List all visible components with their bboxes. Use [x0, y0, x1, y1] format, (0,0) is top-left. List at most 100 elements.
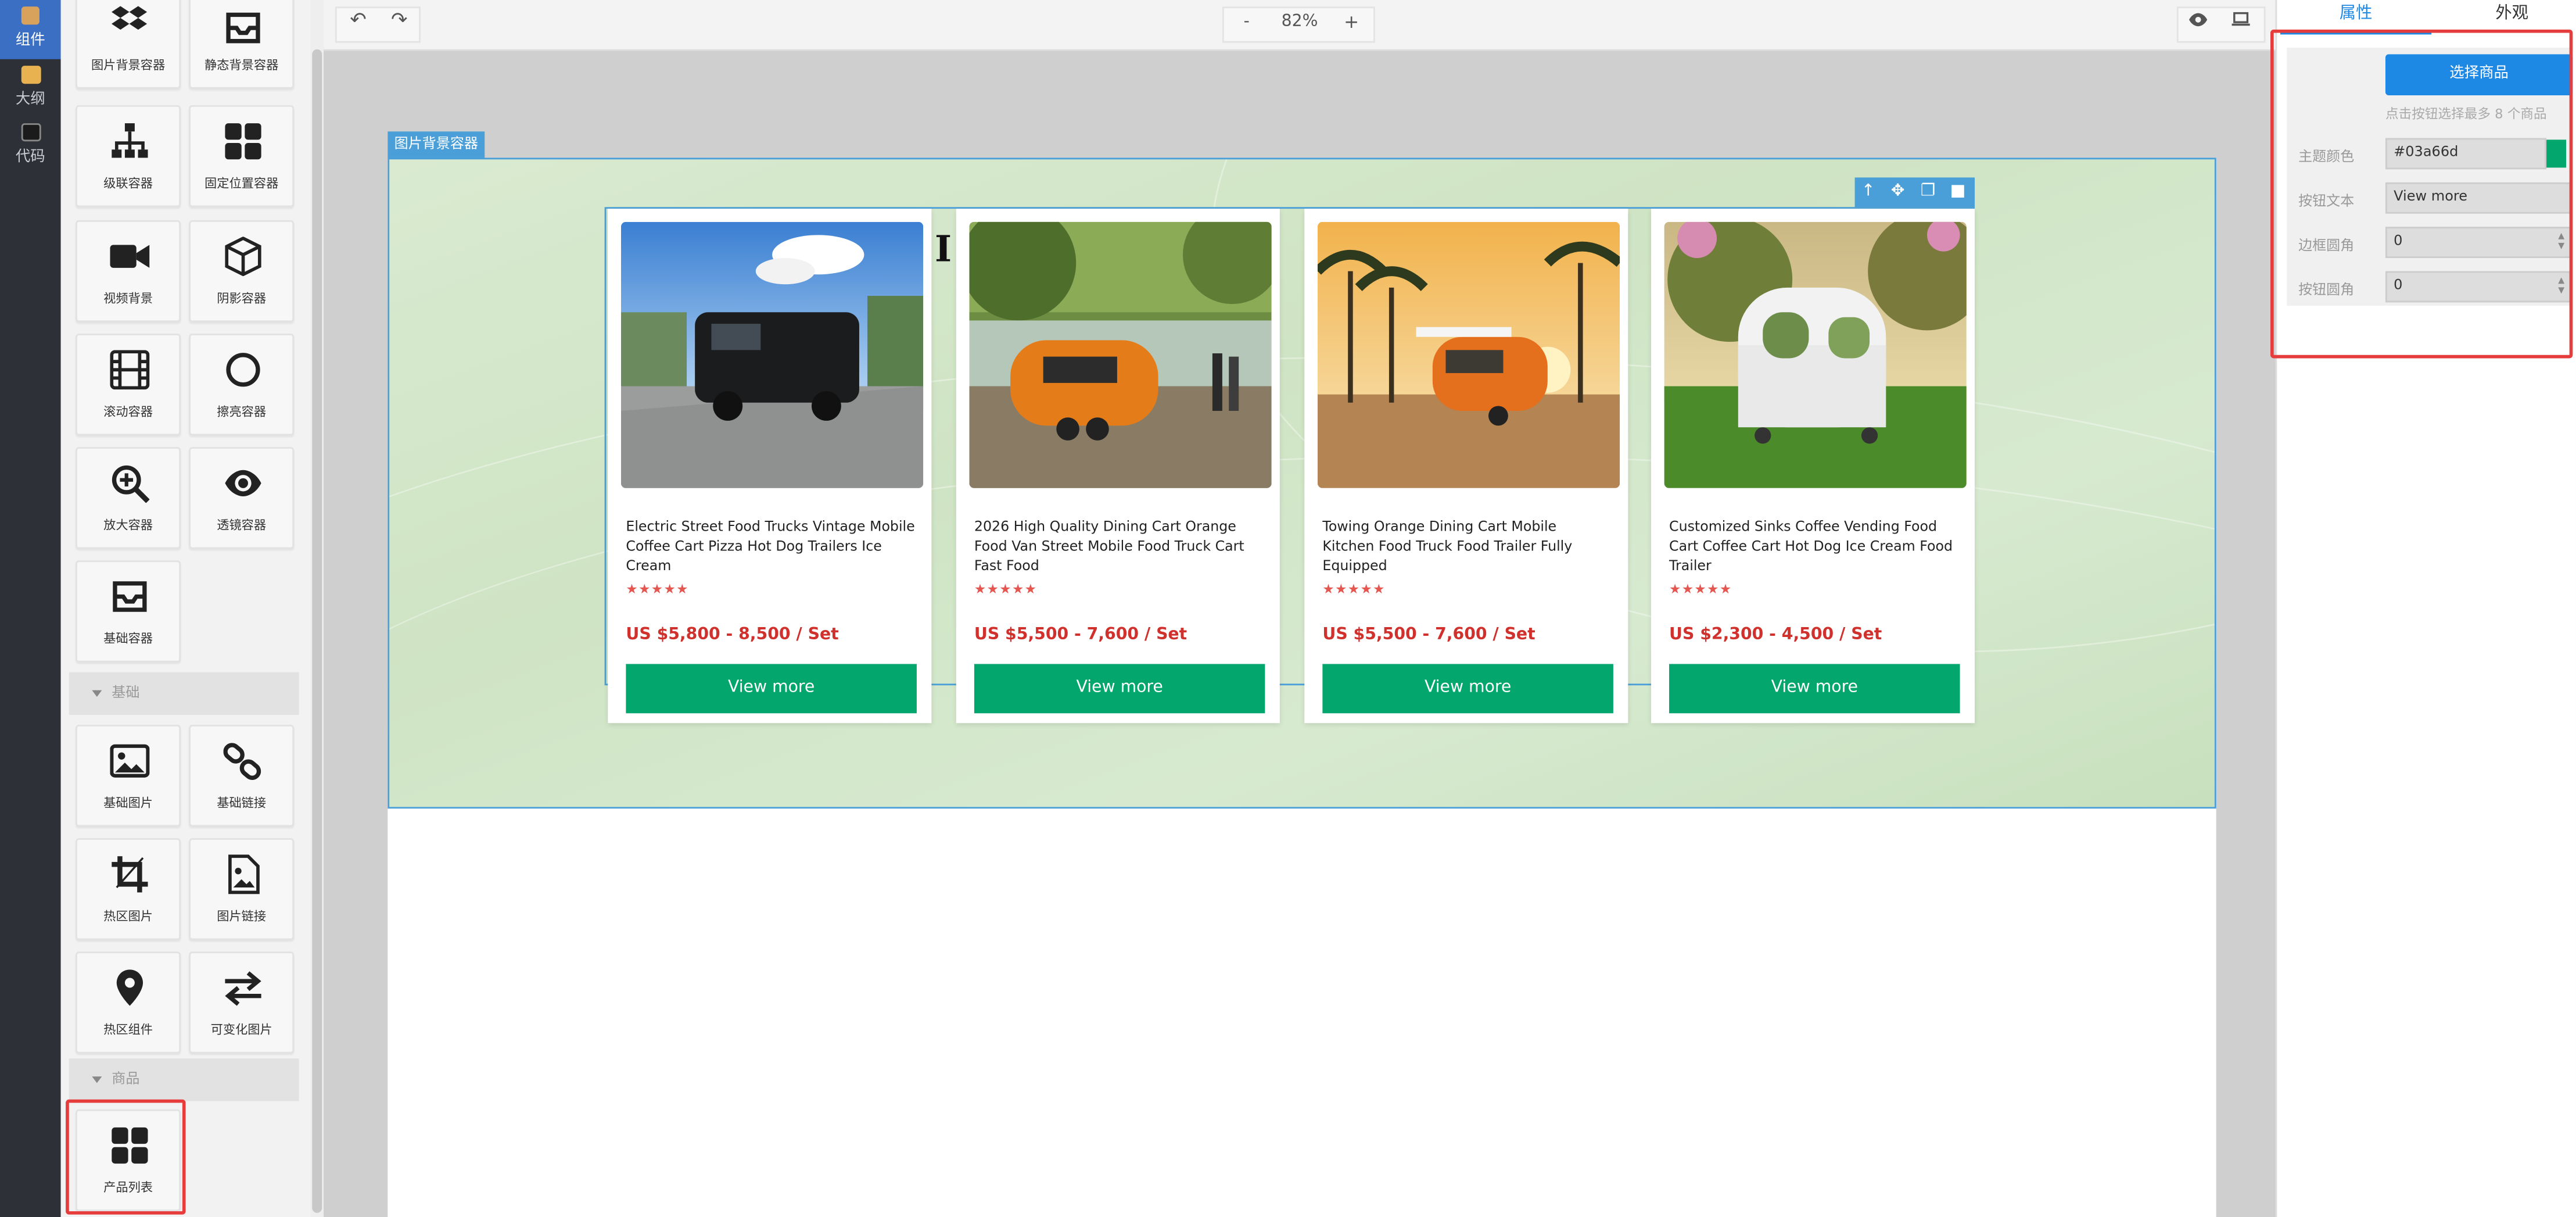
laptop-icon[interactable] [2231, 12, 2251, 28]
product-card[interactable]: Electric Street Food Trucks Vintage Mobi… [608, 209, 932, 724]
tile-lens-container[interactable]: 透镜容器 [189, 447, 295, 549]
tile-hotspot-image[interactable]: 热区图片 [76, 838, 181, 940]
tile-label: 擦亮容器 [217, 404, 267, 420]
product-image[interactable] [1664, 221, 1967, 488]
image-icon [110, 744, 150, 778]
product-image[interactable] [969, 221, 1272, 488]
highlight-box-properties [2270, 29, 2573, 359]
product-rating: ★★★★★ [1669, 582, 1732, 597]
map-pin-icon [116, 969, 143, 1006]
tile-variable-image[interactable]: 可变化图片 [189, 951, 295, 1054]
tile-basic-image[interactable]: 基础图片 [76, 725, 181, 827]
tile-label: 基础容器 [103, 631, 153, 646]
tile-image-bg-container[interactable]: 图片背景容器 [76, 0, 181, 89]
tile-static-bg-container[interactable]: 静态背景容器 [189, 0, 295, 89]
tile-label: 图片背景容器 [91, 57, 166, 73]
view-more-button[interactable]: View more [974, 664, 1265, 714]
delete-icon[interactable]: ■ [1950, 181, 1966, 204]
section-basic[interactable]: 基础 [69, 672, 299, 715]
folder-icon [20, 66, 41, 84]
preview-eye-icon[interactable] [2188, 12, 2208, 28]
tile-basic-container[interactable]: 基础容器 [76, 560, 181, 663]
history-group [335, 6, 421, 43]
tile-label: 透镜容器 [217, 517, 267, 533]
cube-icon [225, 237, 261, 277]
rail-item-label: 组件 [15, 33, 45, 49]
caret-down-icon [92, 690, 102, 697]
link-icon [223, 743, 261, 781]
zoom-in-icon [112, 465, 150, 503]
tile-label: 图片链接 [217, 908, 267, 924]
tile-scroll-container[interactable]: 滚动容器 [76, 334, 181, 436]
tile-label: 热区组件 [103, 1022, 153, 1037]
tile-shadow-container[interactable]: 阴影容器 [189, 220, 295, 323]
tile-video-bg[interactable]: 视频背景 [76, 220, 181, 323]
sitemap-icon [112, 123, 148, 158]
product-title[interactable]: Customized Sinks Coffee Vending Food Car… [1669, 516, 1958, 575]
product-card[interactable]: Towing Orange Dining Cart Mobile Kitchen… [1304, 209, 1628, 724]
product-price: US $2,300 - 4,500 / Set [1669, 626, 1882, 645]
video-icon [110, 245, 150, 268]
tile-label: 基础图片 [103, 795, 153, 811]
product-price: US $5,500 - 7,600 / Set [1322, 626, 1535, 645]
product-image[interactable] [1317, 221, 1620, 488]
tile-label: 滚动容器 [103, 404, 153, 420]
rail-item-code[interactable]: 代码 [0, 123, 61, 166]
product-title[interactable]: Electric Street Food Trucks Vintage Mobi… [626, 516, 915, 575]
tile-hotspot-component[interactable]: 热区组件 [76, 951, 181, 1054]
section-label: 商品 [112, 1071, 140, 1089]
zoom-out-button[interactable]: - [1244, 13, 1250, 31]
product-rating: ★★★★★ [626, 582, 689, 597]
tile-basic-link[interactable]: 基础链接 [189, 725, 295, 827]
inbox-icon [226, 12, 260, 44]
panel-scrollbar-thumb[interactable] [312, 49, 322, 1213]
tile-zoom-container[interactable]: 放大容器 [76, 447, 181, 549]
drag-move-icon[interactable]: ✥ [1891, 181, 1905, 204]
crop-icon [112, 856, 148, 893]
rail-item-label: 代码 [15, 149, 45, 166]
tile-fixed-position-container[interactable]: 固定位置容器 [189, 105, 295, 207]
inbox-icon [113, 581, 147, 612]
container-tag: 图片背景容器 [388, 131, 485, 158]
product-card[interactable]: Customized Sinks Coffee Vending Food Car… [1651, 209, 1975, 724]
move-up-icon[interactable]: ↑ [1861, 181, 1875, 204]
tile-polish-container[interactable]: 擦亮容器 [189, 334, 295, 436]
monitor-icon [20, 123, 41, 142]
product-title[interactable]: 2026 High Quality Dining Cart Orange Foo… [974, 516, 1264, 575]
view-more-button[interactable]: View more [1322, 664, 1613, 714]
view-more-button[interactable]: View more [626, 664, 917, 714]
rail-item-components[interactable]: 组件 [0, 0, 61, 59]
copy-icon[interactable]: ❐ [1921, 181, 1935, 204]
image-file-icon [228, 854, 260, 894]
tile-cascade-container[interactable]: 级联容器 [76, 105, 181, 207]
product-image[interactable] [620, 221, 924, 488]
zoom-in-button[interactable]: + [1344, 12, 1359, 33]
dropbox-icon [112, 6, 148, 30]
film-icon [110, 350, 150, 390]
selection-toolbar: ↑ ✥ ❐ ■ [1854, 177, 1975, 207]
product-rating: ★★★★★ [1322, 582, 1386, 597]
view-more-button[interactable]: View more [1669, 664, 1960, 714]
redo-button[interactable]: ↷ [391, 8, 407, 31]
rail-item-outline[interactable]: 大纲 [0, 66, 61, 109]
product-rating: ★★★★★ [974, 582, 1038, 597]
caret-down-icon [92, 1076, 102, 1083]
section-label: 基础 [112, 685, 140, 702]
product-title[interactable]: Towing Orange Dining Cart Mobile Kitchen… [1322, 516, 1612, 575]
zoom-level: 82% [1281, 13, 1318, 31]
circle-icon [226, 353, 260, 387]
tile-image-link[interactable]: 图片链接 [189, 838, 295, 940]
product-price: US $5,800 - 8,500 / Set [626, 626, 839, 645]
highlight-box-product-list [66, 1099, 186, 1215]
tile-label: 基础链接 [217, 795, 267, 811]
tile-label: 放大容器 [103, 517, 153, 533]
product-price: US $5,500 - 7,600 / Set [974, 626, 1187, 645]
text-cursor: I [935, 228, 952, 271]
section-goods[interactable]: 商品 [69, 1058, 299, 1101]
tile-label: 级联容器 [103, 176, 153, 191]
rail-item-label: 大纲 [15, 92, 45, 109]
tile-label: 可变化图片 [210, 1022, 272, 1037]
left-rail: 组件 大纲 代码 [0, 0, 61, 1217]
undo-button[interactable]: ↶ [350, 8, 366, 31]
product-card[interactable]: 2026 High Quality Dining Cart Orange Foo… [956, 209, 1280, 724]
